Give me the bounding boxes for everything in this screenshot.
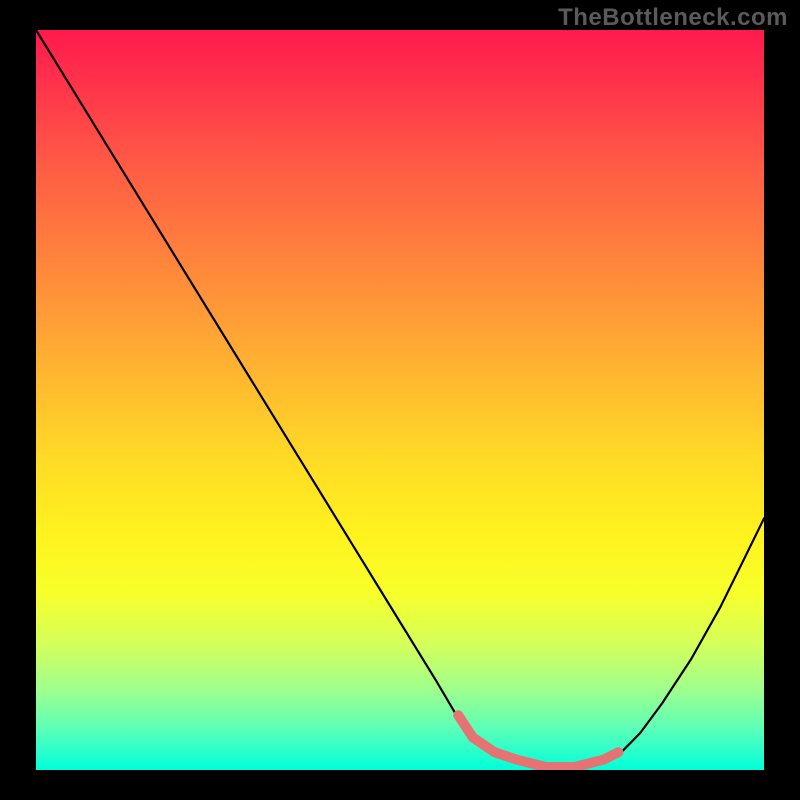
bottleneck-curve-svg [36, 30, 764, 770]
watermark-text: TheBottleneck.com [558, 4, 788, 32]
optimal-range-highlight [458, 715, 618, 767]
chart-frame: TheBottleneck.com [0, 0, 800, 800]
plot-area [36, 30, 764, 770]
bottleneck-curve-path [36, 30, 764, 770]
